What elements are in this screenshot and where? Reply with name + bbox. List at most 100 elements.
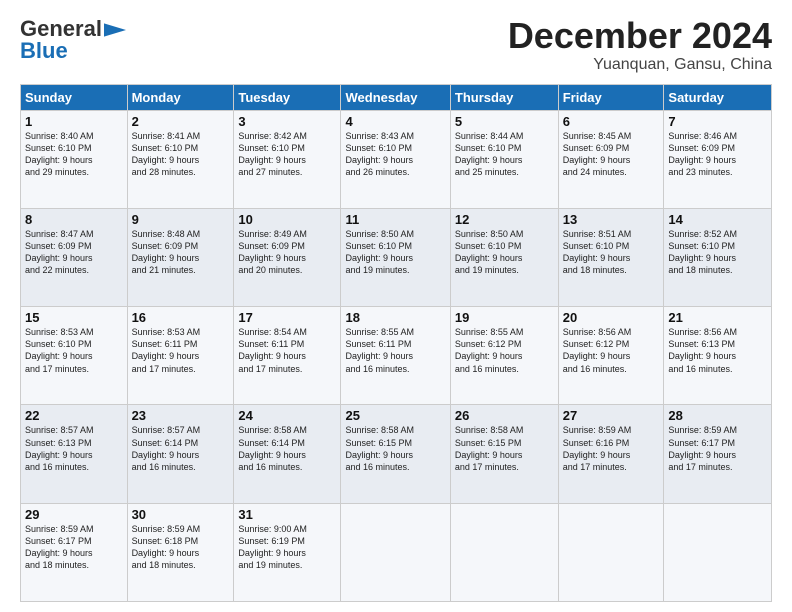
calendar-cell: 10Sunrise: 8:49 AM Sunset: 6:09 PM Dayli…	[234, 208, 341, 306]
calendar-cell: 17Sunrise: 8:54 AM Sunset: 6:11 PM Dayli…	[234, 307, 341, 405]
day-info: Sunrise: 8:56 AM Sunset: 6:12 PM Dayligh…	[563, 326, 660, 375]
calendar-cell: 15Sunrise: 8:53 AM Sunset: 6:10 PM Dayli…	[21, 307, 128, 405]
day-number: 18	[345, 310, 445, 325]
day-info: Sunrise: 8:55 AM Sunset: 6:11 PM Dayligh…	[345, 326, 445, 375]
day-number: 24	[238, 408, 336, 423]
day-info: Sunrise: 8:45 AM Sunset: 6:09 PM Dayligh…	[563, 130, 660, 179]
location: Yuanquan, Gansu, China	[508, 56, 772, 74]
day-info: Sunrise: 8:50 AM Sunset: 6:10 PM Dayligh…	[455, 228, 554, 277]
header-cell-wednesday: Wednesday	[341, 84, 450, 110]
week-row-1: 1Sunrise: 8:40 AM Sunset: 6:10 PM Daylig…	[21, 110, 772, 208]
calendar-table: SundayMondayTuesdayWednesdayThursdayFrid…	[20, 84, 772, 602]
day-info: Sunrise: 8:43 AM Sunset: 6:10 PM Dayligh…	[345, 130, 445, 179]
day-number: 6	[563, 114, 660, 129]
day-number: 9	[132, 212, 230, 227]
header-cell-sunday: Sunday	[21, 84, 128, 110]
day-number: 29	[25, 507, 123, 522]
calendar-cell: 9Sunrise: 8:48 AM Sunset: 6:09 PM Daylig…	[127, 208, 234, 306]
calendar-cell: 27Sunrise: 8:59 AM Sunset: 6:16 PM Dayli…	[558, 405, 664, 503]
logo-blue: Blue	[20, 38, 68, 64]
calendar-cell: 3Sunrise: 8:42 AM Sunset: 6:10 PM Daylig…	[234, 110, 341, 208]
calendar-cell: 11Sunrise: 8:50 AM Sunset: 6:10 PM Dayli…	[341, 208, 450, 306]
calendar-cell: 28Sunrise: 8:59 AM Sunset: 6:17 PM Dayli…	[664, 405, 772, 503]
header-cell-thursday: Thursday	[450, 84, 558, 110]
day-number: 5	[455, 114, 554, 129]
calendar-cell: 14Sunrise: 8:52 AM Sunset: 6:10 PM Dayli…	[664, 208, 772, 306]
calendar-header: SundayMondayTuesdayWednesdayThursdayFrid…	[21, 84, 772, 110]
calendar-cell	[558, 503, 664, 601]
day-number: 11	[345, 212, 445, 227]
day-number: 19	[455, 310, 554, 325]
day-info: Sunrise: 8:52 AM Sunset: 6:10 PM Dayligh…	[668, 228, 767, 277]
day-info: Sunrise: 8:48 AM Sunset: 6:09 PM Dayligh…	[132, 228, 230, 277]
day-info: Sunrise: 9:00 AM Sunset: 6:19 PM Dayligh…	[238, 523, 336, 572]
day-info: Sunrise: 8:59 AM Sunset: 6:16 PM Dayligh…	[563, 424, 660, 473]
calendar-cell: 21Sunrise: 8:56 AM Sunset: 6:13 PM Dayli…	[664, 307, 772, 405]
day-number: 13	[563, 212, 660, 227]
calendar-cell: 23Sunrise: 8:57 AM Sunset: 6:14 PM Dayli…	[127, 405, 234, 503]
day-info: Sunrise: 8:42 AM Sunset: 6:10 PM Dayligh…	[238, 130, 336, 179]
day-number: 8	[25, 212, 123, 227]
week-row-2: 8Sunrise: 8:47 AM Sunset: 6:09 PM Daylig…	[21, 208, 772, 306]
calendar-cell: 20Sunrise: 8:56 AM Sunset: 6:12 PM Dayli…	[558, 307, 664, 405]
day-info: Sunrise: 8:49 AM Sunset: 6:09 PM Dayligh…	[238, 228, 336, 277]
calendar-cell: 7Sunrise: 8:46 AM Sunset: 6:09 PM Daylig…	[664, 110, 772, 208]
day-info: Sunrise: 8:59 AM Sunset: 6:18 PM Dayligh…	[132, 523, 230, 572]
calendar-cell: 6Sunrise: 8:45 AM Sunset: 6:09 PM Daylig…	[558, 110, 664, 208]
day-info: Sunrise: 8:54 AM Sunset: 6:11 PM Dayligh…	[238, 326, 336, 375]
logo-arrow-icon	[104, 23, 126, 37]
calendar-cell: 19Sunrise: 8:55 AM Sunset: 6:12 PM Dayli…	[450, 307, 558, 405]
logo: General Blue	[20, 16, 126, 64]
day-number: 14	[668, 212, 767, 227]
day-info: Sunrise: 8:51 AM Sunset: 6:10 PM Dayligh…	[563, 228, 660, 277]
week-row-4: 22Sunrise: 8:57 AM Sunset: 6:13 PM Dayli…	[21, 405, 772, 503]
day-info: Sunrise: 8:57 AM Sunset: 6:14 PM Dayligh…	[132, 424, 230, 473]
header-cell-tuesday: Tuesday	[234, 84, 341, 110]
calendar-cell: 1Sunrise: 8:40 AM Sunset: 6:10 PM Daylig…	[21, 110, 128, 208]
header-row: SundayMondayTuesdayWednesdayThursdayFrid…	[21, 84, 772, 110]
calendar-cell: 26Sunrise: 8:58 AM Sunset: 6:15 PM Dayli…	[450, 405, 558, 503]
day-number: 23	[132, 408, 230, 423]
day-info: Sunrise: 8:46 AM Sunset: 6:09 PM Dayligh…	[668, 130, 767, 179]
week-row-3: 15Sunrise: 8:53 AM Sunset: 6:10 PM Dayli…	[21, 307, 772, 405]
calendar-cell: 5Sunrise: 8:44 AM Sunset: 6:10 PM Daylig…	[450, 110, 558, 208]
day-info: Sunrise: 8:59 AM Sunset: 6:17 PM Dayligh…	[668, 424, 767, 473]
day-number: 15	[25, 310, 123, 325]
day-number: 7	[668, 114, 767, 129]
day-info: Sunrise: 8:44 AM Sunset: 6:10 PM Dayligh…	[455, 130, 554, 179]
calendar-cell: 29Sunrise: 8:59 AM Sunset: 6:17 PM Dayli…	[21, 503, 128, 601]
day-number: 25	[345, 408, 445, 423]
month-title: December 2024	[508, 16, 772, 56]
header-cell-friday: Friday	[558, 84, 664, 110]
calendar-cell: 2Sunrise: 8:41 AM Sunset: 6:10 PM Daylig…	[127, 110, 234, 208]
day-number: 26	[455, 408, 554, 423]
calendar-page: General Blue December 2024 Yuanquan, Gan…	[0, 0, 792, 612]
day-number: 28	[668, 408, 767, 423]
header: General Blue December 2024 Yuanquan, Gan…	[20, 16, 772, 74]
day-number: 4	[345, 114, 445, 129]
day-number: 20	[563, 310, 660, 325]
calendar-cell: 13Sunrise: 8:51 AM Sunset: 6:10 PM Dayli…	[558, 208, 664, 306]
day-info: Sunrise: 8:55 AM Sunset: 6:12 PM Dayligh…	[455, 326, 554, 375]
day-number: 30	[132, 507, 230, 522]
day-number: 22	[25, 408, 123, 423]
day-number: 17	[238, 310, 336, 325]
day-info: Sunrise: 8:40 AM Sunset: 6:10 PM Dayligh…	[25, 130, 123, 179]
calendar-cell	[341, 503, 450, 601]
day-info: Sunrise: 8:50 AM Sunset: 6:10 PM Dayligh…	[345, 228, 445, 277]
day-info: Sunrise: 8:58 AM Sunset: 6:15 PM Dayligh…	[455, 424, 554, 473]
calendar-cell: 12Sunrise: 8:50 AM Sunset: 6:10 PM Dayli…	[450, 208, 558, 306]
calendar-cell: 18Sunrise: 8:55 AM Sunset: 6:11 PM Dayli…	[341, 307, 450, 405]
day-number: 27	[563, 408, 660, 423]
day-number: 21	[668, 310, 767, 325]
day-number: 2	[132, 114, 230, 129]
calendar-cell: 16Sunrise: 8:53 AM Sunset: 6:11 PM Dayli…	[127, 307, 234, 405]
day-number: 1	[25, 114, 123, 129]
title-block: December 2024 Yuanquan, Gansu, China	[508, 16, 772, 74]
day-number: 3	[238, 114, 336, 129]
calendar-cell	[664, 503, 772, 601]
day-info: Sunrise: 8:57 AM Sunset: 6:13 PM Dayligh…	[25, 424, 123, 473]
calendar-cell: 4Sunrise: 8:43 AM Sunset: 6:10 PM Daylig…	[341, 110, 450, 208]
day-number: 10	[238, 212, 336, 227]
day-info: Sunrise: 8:59 AM Sunset: 6:17 PM Dayligh…	[25, 523, 123, 572]
